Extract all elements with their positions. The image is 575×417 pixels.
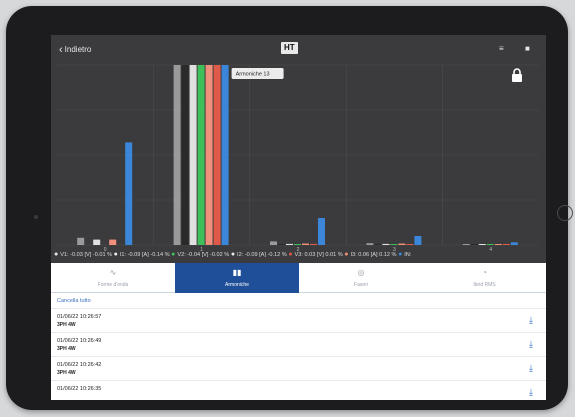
chart-bar [494, 244, 502, 245]
ht-logo: HT [281, 42, 298, 54]
legend-entry: I3: 0.06 [A] 0.12 % [350, 252, 399, 258]
list-item[interactable]: 01/06/22 10:26:42 3PH 4W ⤓ [51, 357, 546, 381]
tab-waveforms[interactable]: ∿ Forme d'onda [51, 263, 175, 293]
chart-bar [181, 65, 189, 245]
nav-bar: ‹ Indietro HT ≡ ■ [51, 35, 546, 61]
lock-icon[interactable] [511, 68, 523, 82]
stop-icon[interactable]: ■ [525, 44, 530, 53]
list-item[interactable]: 01/06/22 10:26:57 3PH 4W ⤓ [51, 309, 546, 333]
chart-bar [213, 65, 221, 245]
chart-bar [374, 244, 382, 245]
chart-bar [189, 65, 197, 245]
harmonics-bar-icon: ▮▮ [232, 268, 242, 277]
chart-bar [278, 244, 285, 245]
tab-phasors[interactable]: ◎ Fasori [299, 263, 423, 293]
back-label: Indietro [64, 45, 92, 54]
chart-bar [510, 242, 518, 245]
item-mode: 3PH 4W [57, 346, 76, 352]
tab-harmonics[interactable]: ▮▮ Armoniche [175, 263, 299, 293]
app-screen: 0 1 2 3 4 Armoniche 13 ‹ Indietro HT ≡ ■ ● V1:… [51, 35, 546, 400]
chart-bar [77, 237, 85, 245]
recordings-list: Cancella tutto 01/06/22 10:26:57 3PH 4W … [51, 293, 546, 400]
back-button[interactable]: ‹ Indietro [59, 43, 92, 56]
brand-label: HT [284, 43, 295, 52]
legend-entry: V1: -0.03 [V] -0.01 % [60, 252, 114, 258]
tab-label: Fasori [354, 282, 368, 288]
chart-bar [205, 65, 213, 245]
chart-bar [93, 239, 101, 245]
chart-bar [406, 244, 414, 245]
legend-entry: V3: 0.03 [V] 0.01 % [294, 252, 345, 258]
chart-bar [390, 244, 398, 245]
camera [34, 215, 38, 219]
chart-panel: 0 1 2 3 4 Armoniche 13 ‹ Indietro HT ≡ ■ ● V1:… [51, 35, 546, 263]
tab-rms[interactable]: ◔ Ibrid RMS [423, 263, 546, 293]
item-datetime: 01/06/22 10:26:35 [57, 386, 102, 392]
waveform-icon: ∿ [109, 268, 117, 277]
chart-bar [502, 244, 510, 245]
list-item[interactable]: 01/06/22 10:26:35 ⤓ [51, 381, 546, 400]
rms-icon: ◔ [482, 268, 487, 277]
chart-bar [414, 236, 422, 245]
chart-bar [270, 241, 277, 245]
item-datetime: 01/06/22 10:26:42 [57, 362, 102, 368]
chart-bar [478, 244, 486, 245]
legend-entry: I1: -0.09 [A] -0.14 % [119, 252, 172, 258]
home-button[interactable] [557, 205, 573, 221]
chart-bar [221, 65, 229, 245]
item-datetime: 01/06/22 10:26:57 [57, 314, 102, 320]
chart-bar [366, 243, 374, 245]
series-legend: ● V1: -0.03 [V] -0.01 % ● I1: -0.09 [A] … [51, 249, 546, 261]
chart-bar [486, 244, 494, 245]
download-icon[interactable]: ⤓ [529, 315, 533, 326]
download-icon[interactable]: ⤓ [529, 363, 533, 374]
chart-bar [109, 239, 117, 245]
clear-all-link[interactable]: Cancella tutto [51, 293, 546, 309]
filter-icon[interactable]: ≡ [499, 44, 504, 53]
tooltip-label: Armoniche 13 [236, 72, 270, 78]
chart-bar [462, 244, 470, 245]
chart-bar [470, 244, 478, 245]
phasor-icon: ◎ [357, 268, 365, 277]
legend-entry: V2: -0.04 [V] -0.02 % [177, 252, 231, 258]
chart-bar [286, 243, 293, 245]
chart-bar [302, 243, 309, 245]
legend-entry: I2: -0.09 [A] -0.12 % [237, 252, 289, 258]
chart-bar [398, 243, 406, 245]
chart-bar [197, 65, 205, 245]
chart-bar [318, 218, 325, 245]
download-icon[interactable]: ⤓ [529, 387, 533, 398]
download-icon[interactable]: ⤓ [529, 339, 533, 350]
chart-bar [310, 243, 317, 245]
list-item[interactable]: 01/06/22 10:26:49 3PH 4W ⤓ [51, 333, 546, 357]
item-datetime: 01/06/22 10:26:49 [57, 338, 102, 344]
chart-bar [382, 243, 390, 245]
tab-label: Armoniche [225, 282, 249, 288]
tab-label: Forme d'onda [97, 282, 129, 288]
tab-label: Ibrid RMS [473, 282, 496, 288]
chart-bar [125, 142, 133, 245]
item-mode: 3PH 4W [57, 370, 76, 376]
chart-bar [294, 244, 301, 245]
tab-bar: ∿ Forme d'onda ▮▮ Armoniche ◎ Fasori ◔ Ibrid… [51, 263, 546, 293]
legend-entry: IN: [404, 252, 412, 258]
chart-bar [173, 65, 181, 245]
chevron-left-icon: ‹ [59, 44, 63, 56]
harmonics-chart: 0 1 2 3 4Armoniche 13 [57, 64, 539, 252]
item-mode: 3PH 4W [57, 322, 76, 328]
